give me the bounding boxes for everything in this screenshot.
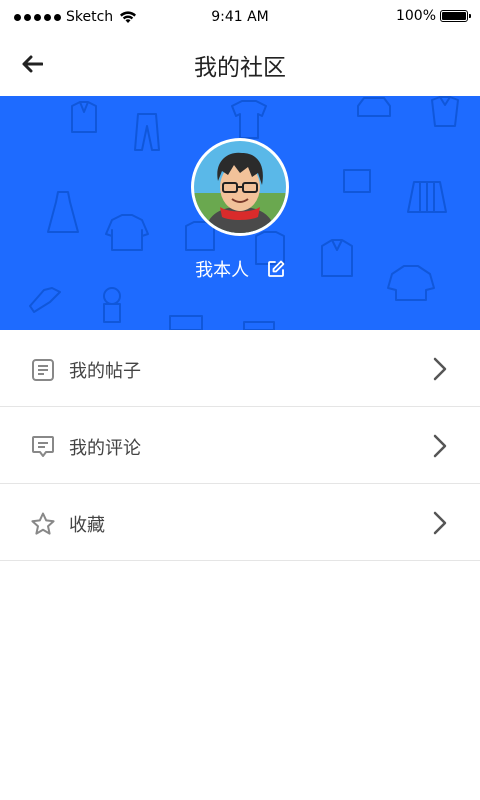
nav-bar: 我的社区 [0, 34, 480, 96]
star-icon [31, 512, 55, 535]
menu-item-label: 收藏 [69, 515, 105, 536]
chevron-right-icon [433, 511, 447, 535]
menu-item-my-posts[interactable]: 我的帖子 [0, 330, 480, 407]
edit-icon[interactable] [267, 260, 285, 278]
menu-item-favorites[interactable]: 收藏 [0, 484, 480, 561]
username: 我本人 [195, 260, 250, 281]
menu-item-my-comments[interactable]: 我的评论 [0, 407, 480, 484]
chevron-right-icon [433, 434, 447, 458]
menu-item-label: 我的帖子 [69, 361, 141, 382]
menu-item-label: 我的评论 [69, 438, 141, 459]
document-icon [32, 359, 54, 381]
status-bar: Sketch 9:41 AM 100% [0, 0, 480, 34]
page-title: 我的社区 [194, 55, 286, 81]
profile-banner: 我本人 [0, 96, 480, 330]
avatar[interactable] [191, 138, 289, 236]
chevron-right-icon [433, 357, 447, 381]
battery-icon [440, 10, 471, 22]
battery-percent: 100% [395, 8, 436, 24]
comment-icon [32, 436, 54, 457]
status-right: 100% [395, 8, 471, 24]
username-row: 我本人 [0, 256, 480, 282]
avatar-image [194, 141, 286, 233]
menu-list: 我的帖子 我的评论 收藏 [0, 330, 480, 561]
